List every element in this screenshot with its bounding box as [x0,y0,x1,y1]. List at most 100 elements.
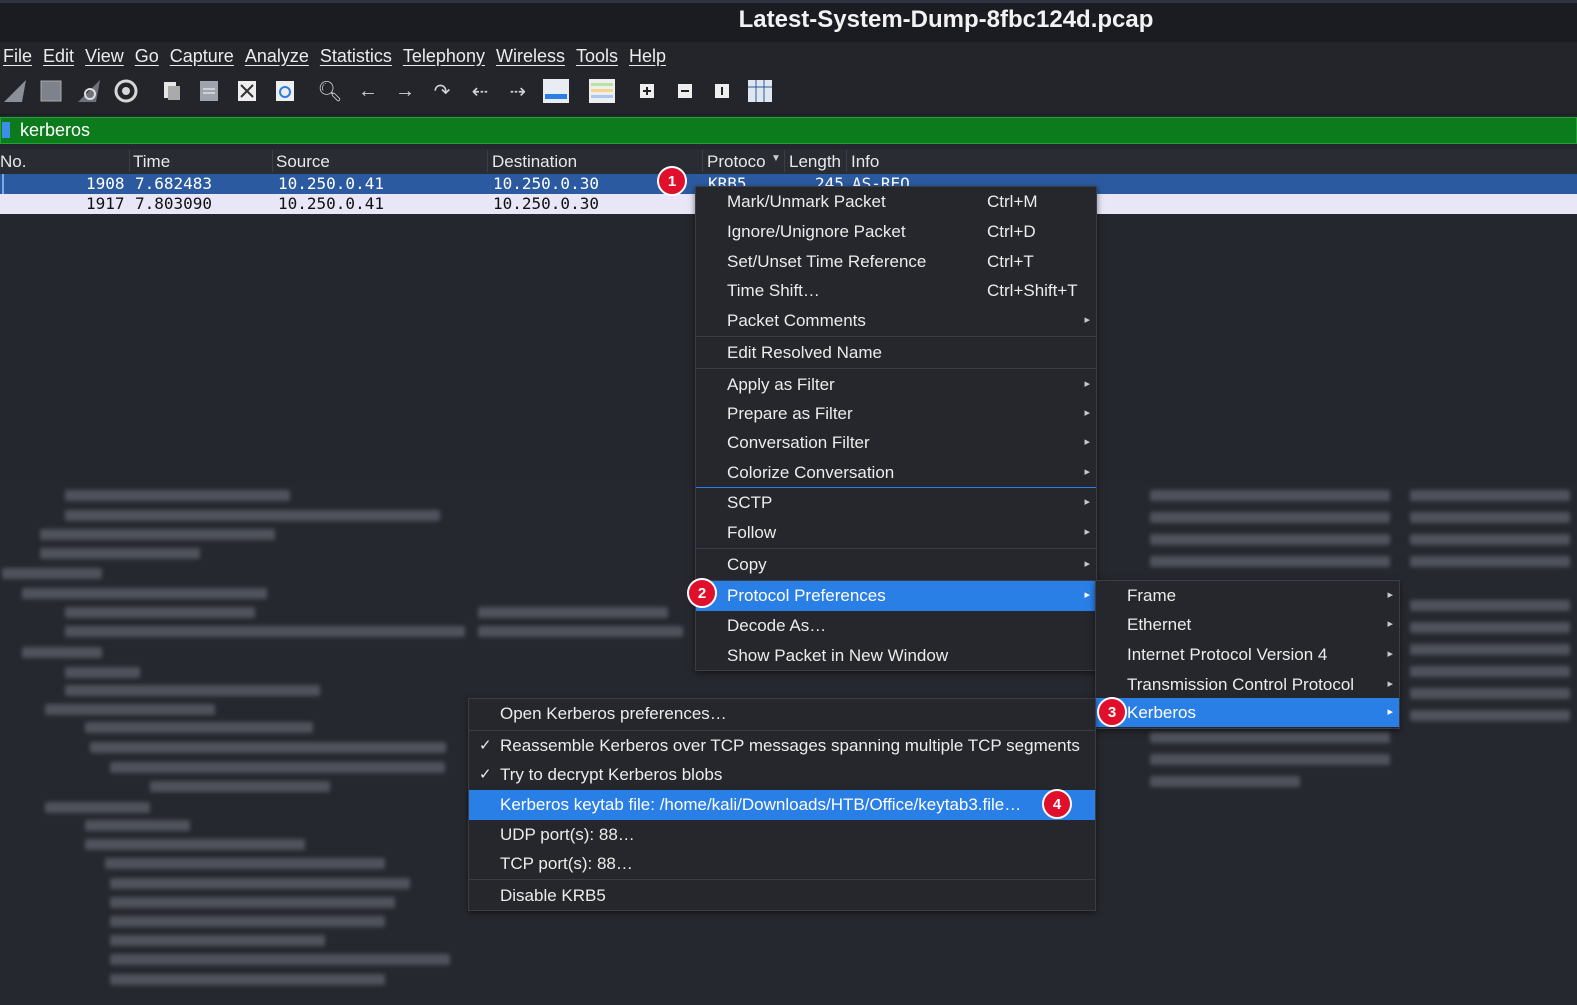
menu-item-time-shift[interactable]: Time Shift… Ctrl+Shift+T [696,276,1096,306]
step-badge-3: 3 [1097,697,1127,727]
menu-go[interactable]: Go [135,46,159,67]
menu-item-mark-unmark-packet[interactable]: Mark/Unmark Packet Ctrl+M [696,187,1096,217]
go-to-packet-icon[interactable]: ↷ [427,76,457,106]
protocol-preferences-submenu: Frame ▸ Ethernet ▸ Internet Protocol Versi… [1095,580,1400,729]
submenu-arrow-icon: ▸ [1387,618,1393,630]
column-header-no[interactable]: No. [0,152,26,172]
packet-no: 1908 [86,174,125,193]
menu-file[interactable]: File [3,46,32,67]
menu-item-follow[interactable]: Follow ▸ [696,518,1096,548]
submenu-arrow-icon: ▸ [1084,466,1090,478]
menu-item-copy[interactable]: Copy ▸ [696,550,1096,580]
packet-destination: 10.250.0.30 [493,174,599,193]
menu-item-colorize-conversation[interactable]: Colorize Conversation ▸ [696,458,1096,488]
shark-fin-start-icon[interactable] [0,76,30,106]
menu-item-apply-as-filter[interactable]: Apply as Filter ▸ [696,370,1096,400]
kerberos-disable-krb5[interactable]: Disable KRB5 [469,881,1095,911]
submenu-item-ethernet[interactable]: Ethernet ▸ [1096,610,1399,640]
capture-options-gear-icon[interactable] [111,76,141,106]
step-badge-2: 2 [687,578,717,608]
submenu-arrow-icon: ▸ [1084,558,1090,570]
checkmark-icon: ✓ [479,766,492,783]
submenu-arrow-icon: ▸ [1387,706,1393,718]
menu-item-sctp[interactable]: SCTP ▸ [696,488,1096,518]
close-file-icon[interactable] [232,76,262,106]
submenu-arrow-icon: ▸ [1387,678,1393,690]
restart-capture-icon[interactable] [74,76,104,106]
kerberos-udp-ports[interactable]: UDP port(s): 88… [469,820,1095,850]
zoom-out-icon[interactable] [670,76,700,106]
menu-tools[interactable]: Tools [576,46,618,67]
menu-help[interactable]: Help [629,46,666,67]
menu-item-packet-comments[interactable]: Packet Comments ▸ [696,306,1096,336]
display-filter-value: kerberos [20,120,91,140]
menu-item-conversation-filter[interactable]: Conversation Filter ▸ [696,428,1096,458]
go-last-packet-icon[interactable]: ⇢ [503,76,533,106]
go-back-arrow-icon[interactable]: ← [353,76,383,106]
packet-time: 7.803090 [135,194,213,213]
save-file-icon[interactable] [194,76,224,106]
submenu-arrow-icon: ▸ [1084,436,1090,448]
packet-source: 10.250.0.41 [278,194,384,213]
kerberos-reassemble-tcp-checkbox[interactable]: ✓ Reassemble Kerberos over TCP messages s… [469,731,1095,761]
menu-item-protocol-preferences[interactable]: Protocol Preferences ▸ [696,581,1096,611]
menu-wireless[interactable]: Wireless [496,46,565,67]
menu-item-show-packet-new-window[interactable]: Show Packet in New Window [696,641,1096,671]
resize-columns-icon[interactable] [745,76,775,106]
kerberos-decrypt-blobs-checkbox[interactable]: ✓ Try to decrypt Kerberos blobs [469,760,1095,790]
stop-capture-icon[interactable] [36,76,66,106]
step-badge-1: 1 [657,166,687,196]
menu-item-edit-resolved-name[interactable]: Edit Resolved Name [696,338,1096,368]
menu-item-prepare-as-filter[interactable]: Prepare as Filter ▸ [696,399,1096,429]
zoom-in-icon[interactable] [632,76,662,106]
column-header-info[interactable]: Info [851,152,879,172]
packet-bytes-pane [1090,482,1577,1005]
menu-statistics[interactable]: Statistics [320,46,392,67]
submenu-arrow-icon: ▸ [1387,589,1393,601]
column-header-protocol[interactable]: Protoco [707,152,766,172]
packet-destination: 10.250.0.30 [493,194,599,213]
packet-source: 10.250.0.41 [278,174,384,193]
menu-item-ignore-unignore-packet[interactable]: Ignore/Unignore Packet Ctrl+D [696,217,1096,247]
colorize-icon[interactable] [587,76,617,106]
submenu-item-ipv4[interactable]: Internet Protocol Version 4 ▸ [1096,640,1399,670]
kerberos-open-preferences[interactable]: Open Kerberos preferences… [469,699,1095,729]
submenu-arrow-icon: ▸ [1387,648,1393,660]
reload-file-icon[interactable] [270,76,300,106]
open-file-icon[interactable] [156,76,186,106]
column-header-time[interactable]: Time [133,152,170,172]
kerberos-tcp-ports[interactable]: TCP port(s): 88… [469,849,1095,879]
menu-view[interactable]: View [85,46,124,67]
window-title: Latest-System-Dump-8fbc124d.pcap [738,6,1154,33]
checkmark-icon: ✓ [479,737,492,754]
find-packet-search-icon[interactable]: 🔍︎ [315,76,345,106]
menu-item-decode-as[interactable]: Decode As… [696,611,1096,641]
submenu-item-frame[interactable]: Frame ▸ [1096,581,1399,611]
go-first-packet-icon[interactable]: ⇠ [465,76,495,106]
display-filter-input[interactable] [0,117,1577,144]
menu-capture[interactable]: Capture [170,46,234,67]
packet-no: 1917 [86,194,125,213]
kerberos-preferences-submenu: Open Kerberos preferences… ✓ Reassemble K… [468,698,1096,911]
submenu-arrow-icon: ▸ [1084,407,1090,419]
kerberos-keytab-file[interactable]: Kerberos keytab file: /home/kali/Downloa… [469,790,1095,820]
normal-size-icon[interactable] [707,76,737,106]
menu-analyze[interactable]: Analyze [245,46,309,67]
submenu-item-tcp[interactable]: Transmission Control Protocol ▸ [1096,670,1399,700]
auto-scroll-icon[interactable] [541,76,571,106]
go-forward-arrow-icon[interactable]: → [390,76,420,106]
menu-telephony[interactable]: Telephony [403,46,485,67]
column-header-source[interactable]: Source [276,152,330,172]
menu-edit[interactable]: Edit [43,46,74,67]
menu-item-set-time-reference[interactable]: Set/Unset Time Reference Ctrl+T [696,247,1096,277]
packet-time: 7.682483 [135,174,213,193]
submenu-item-kerberos[interactable]: Kerberos ▸ [1096,698,1399,727]
filter-bookmark-icon[interactable] [2,122,10,138]
submenu-arrow-icon: ▸ [1084,589,1090,601]
submenu-arrow-icon: ▸ [1084,526,1090,538]
menu-bar: File Edit View Go Capture Analyze Statis… [0,42,1577,70]
step-badge-4: 4 [1042,789,1072,819]
column-header-length[interactable]: Length [789,152,841,172]
sort-descending-icon: ▼ [771,153,781,164]
column-header-destination[interactable]: Destination [492,152,577,172]
